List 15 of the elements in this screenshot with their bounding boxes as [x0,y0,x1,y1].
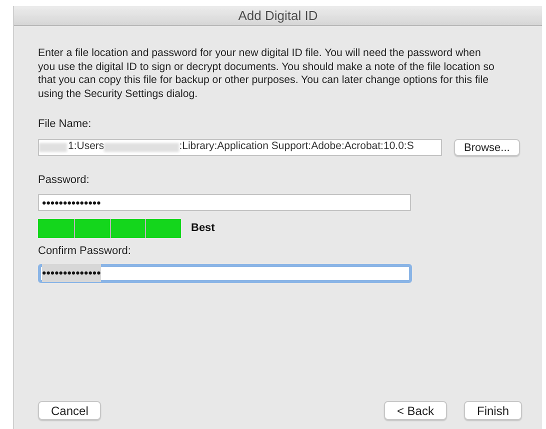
field-label: File Name: [38,117,92,132]
strength-label: Best [191,221,215,236]
file-name-field[interactable]: 1:Users :Library:Application Support:Adobe:Acrobat:10.0:S [38,138,442,156]
path-text: 1:Users [68,140,104,154]
wizard-button[interactable]: < Back [384,401,447,420]
path-text: :Library:Application Support:Adobe:Acrobat:10.0:S [179,140,414,154]
window-title: Add Digital ID [238,6,318,25]
intro-text: Enter a file location and password for your new digital ID file. You will need the password when you use the digital ID to sign or decrypt documents. You should make a note of the file location so that you can copy this file for backup or other purposes. You can later change options for this file using the Security Settings dialog. [38,47,496,101]
cancel-button[interactable]: Cancel [38,401,102,420]
password-field[interactable]: •••••••••••••• [38,194,411,211]
field-label: Password: [38,172,90,188]
browse-button[interactable]: Browse... [454,138,520,156]
wizard-button[interactable]: Finish [464,401,522,420]
confirm-password-field[interactable]: •••••••••••••• [38,264,412,282]
field-label: Confirm Password: [38,244,132,259]
